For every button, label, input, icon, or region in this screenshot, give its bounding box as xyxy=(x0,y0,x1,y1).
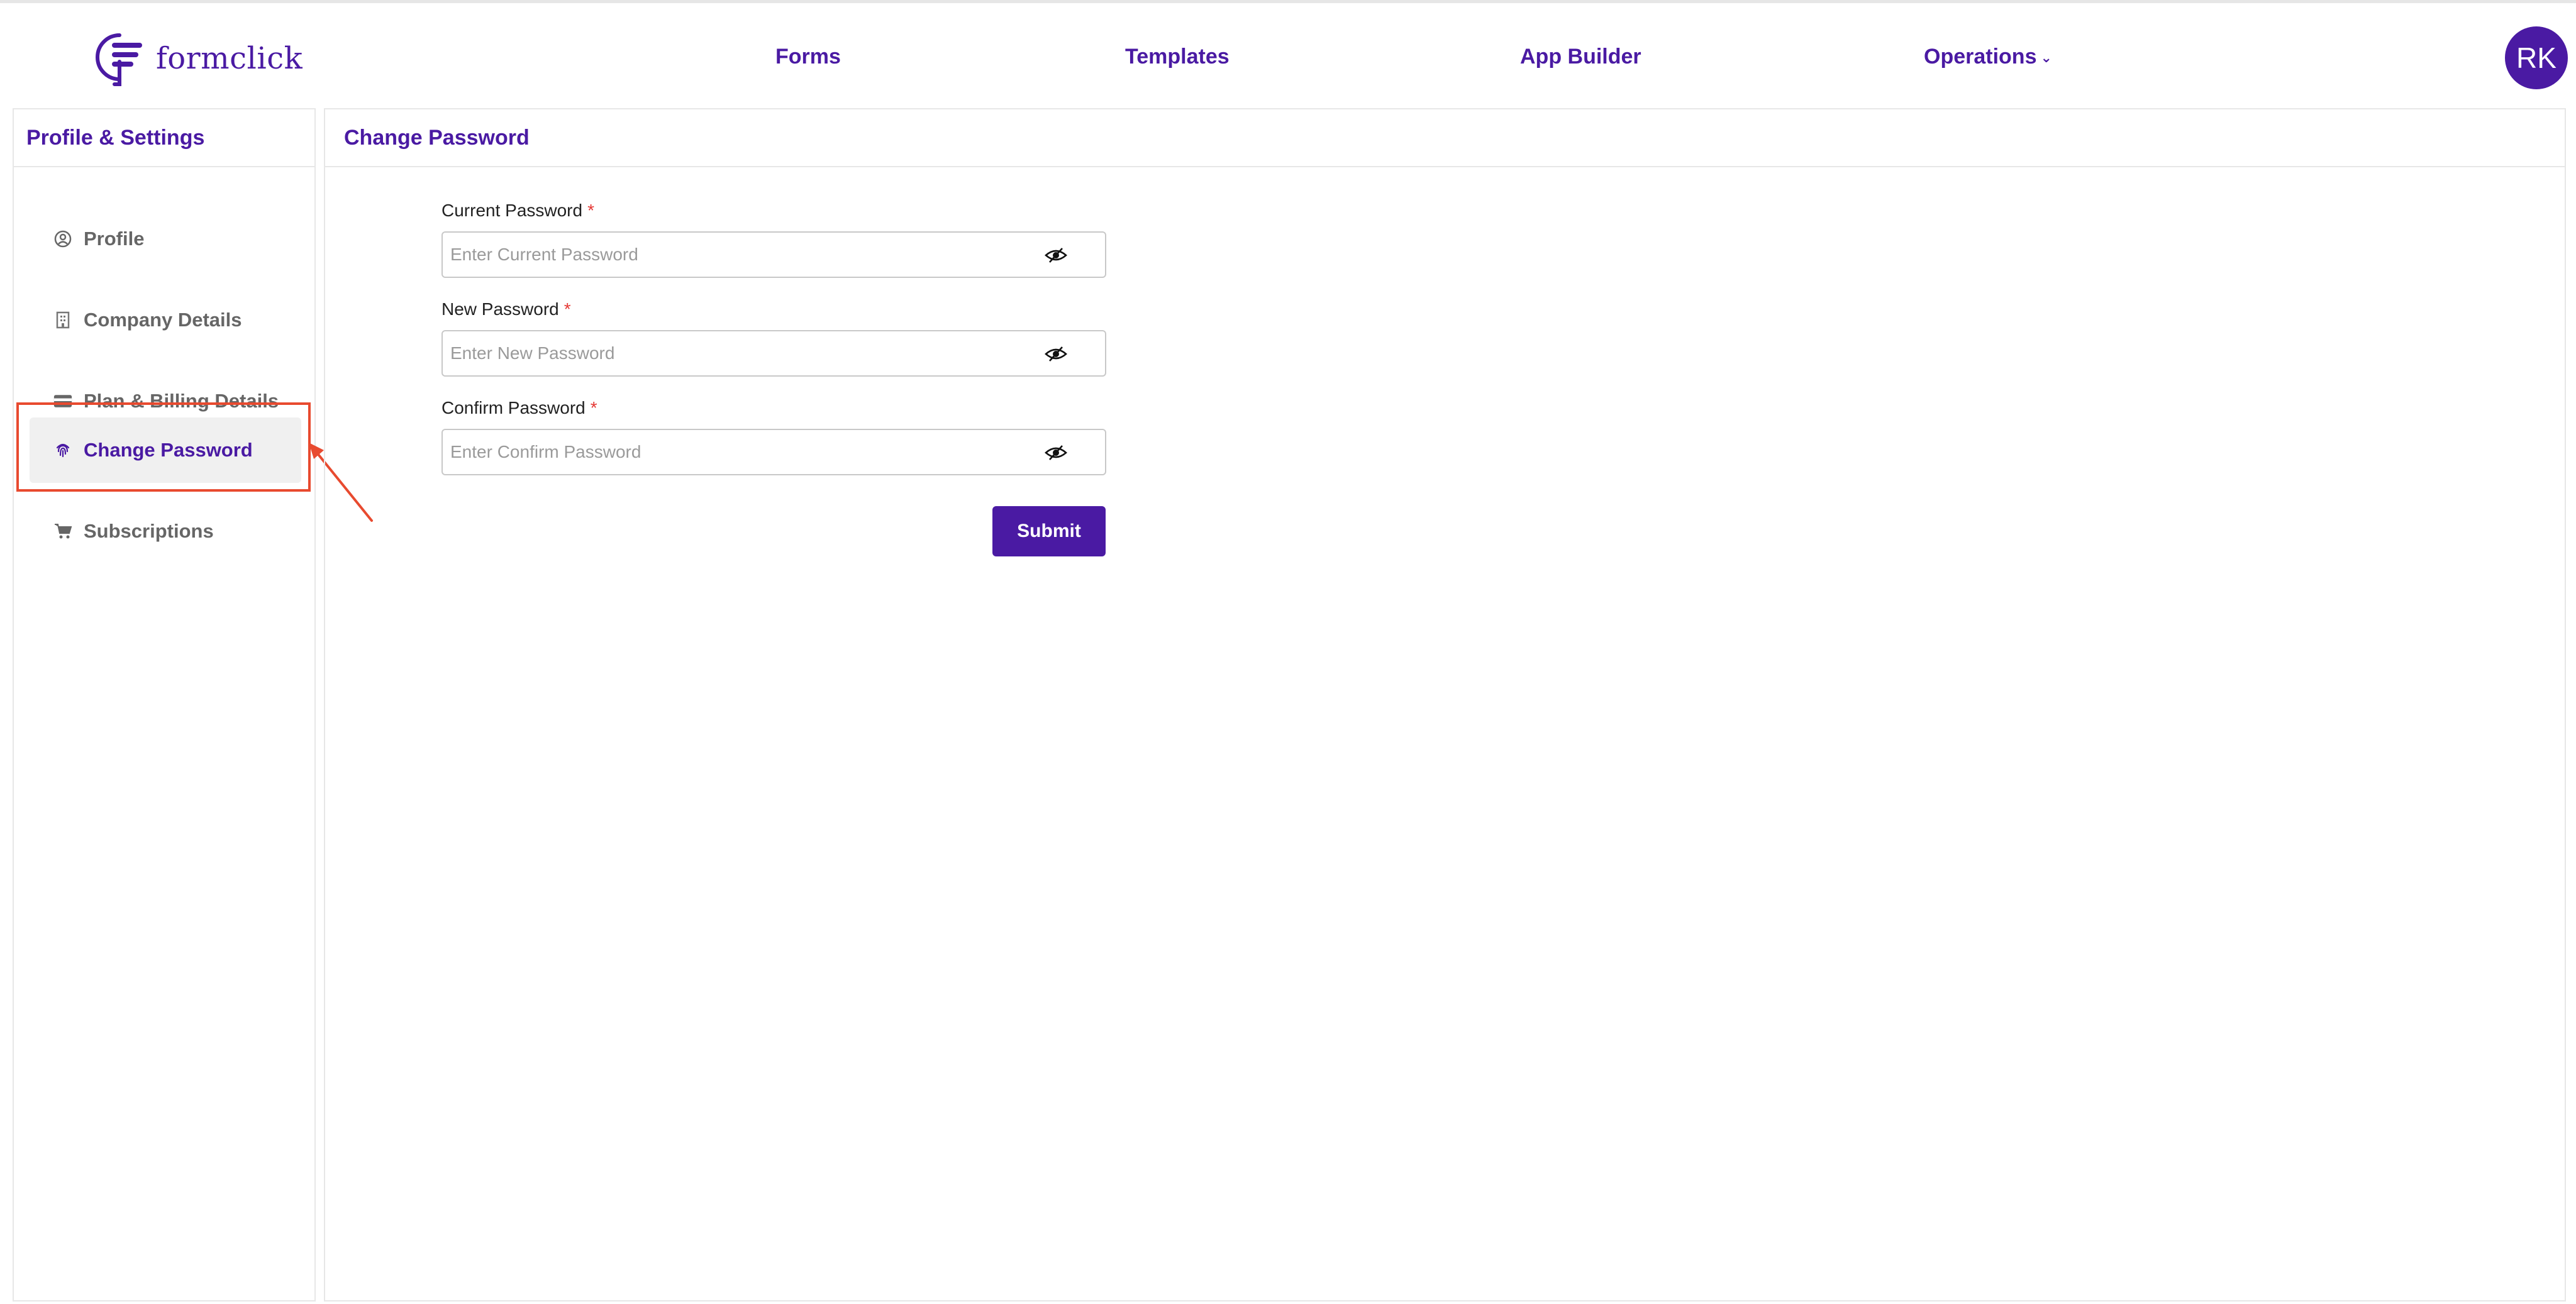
sidebar-title: Profile & Settings xyxy=(14,109,314,167)
nav-operations-label: Operations xyxy=(1924,45,2037,69)
confirm-password-label: Confirm Password * xyxy=(441,398,597,418)
sidebar-item-profile[interactable]: Profile xyxy=(30,206,301,272)
formclick-logo-icon xyxy=(96,33,142,86)
sidebar-item-label: Subscriptions xyxy=(84,520,214,542)
change-password-panel: Change Password Current Password * New Pa… xyxy=(324,108,2566,1301)
new-password-label-text: New Password xyxy=(441,299,559,319)
required-marker: * xyxy=(587,201,594,220)
sidebar-item-label: Profile xyxy=(84,228,145,250)
current-password-input[interactable] xyxy=(443,233,1016,277)
confirm-password-input[interactable] xyxy=(443,430,1016,474)
top-navbar: formclick Forms Templates App Builder Op… xyxy=(0,3,2576,107)
sidebar-item-company-details[interactable]: Company Details xyxy=(30,287,301,353)
nav-forms[interactable]: Forms xyxy=(775,45,841,69)
cart-icon xyxy=(53,522,72,541)
user-circle-icon xyxy=(53,229,72,248)
sidebar-item-label: Change Password xyxy=(84,439,253,461)
brand-name: formclick xyxy=(156,41,303,76)
new-password-label: New Password * xyxy=(441,299,571,319)
fingerprint-icon xyxy=(53,441,72,460)
nav-operations[interactable]: Operations ⌄ xyxy=(1924,45,2052,69)
sidebar-item-label: Company Details xyxy=(84,309,242,331)
eye-slash-icon[interactable] xyxy=(1045,444,1067,461)
page-title: Change Password xyxy=(325,109,2565,167)
sidebar-item-label: Plan & Billing Details xyxy=(84,390,279,412)
user-avatar[interactable]: RK xyxy=(2505,26,2568,89)
eye-slash-icon[interactable] xyxy=(1045,246,1067,264)
submit-button[interactable]: Submit xyxy=(992,506,1106,556)
chevron-down-icon: ⌄ xyxy=(2040,50,2052,66)
credit-card-icon xyxy=(53,392,72,411)
required-marker: * xyxy=(590,398,597,417)
nav-templates[interactable]: Templates xyxy=(1125,45,1230,69)
brand-logo[interactable]: formclick xyxy=(94,27,303,90)
current-password-label-text: Current Password xyxy=(441,201,583,220)
nav-app-builder[interactable]: App Builder xyxy=(1520,45,1641,69)
new-password-input[interactable] xyxy=(443,331,1016,375)
confirm-password-field xyxy=(441,429,1106,475)
new-password-field xyxy=(441,330,1106,377)
sidebar-item-subscriptions[interactable]: Subscriptions xyxy=(30,499,301,564)
confirm-password-label-text: Confirm Password xyxy=(441,398,586,417)
current-password-label: Current Password * xyxy=(441,201,594,221)
current-password-field xyxy=(441,231,1106,278)
required-marker: * xyxy=(564,299,571,319)
eye-slash-icon[interactable] xyxy=(1045,345,1067,363)
settings-sidebar: Profile & Settings Profile Company Detai… xyxy=(13,108,316,1301)
building-icon xyxy=(53,311,72,329)
sidebar-item-change-password[interactable]: Change Password xyxy=(30,417,301,483)
